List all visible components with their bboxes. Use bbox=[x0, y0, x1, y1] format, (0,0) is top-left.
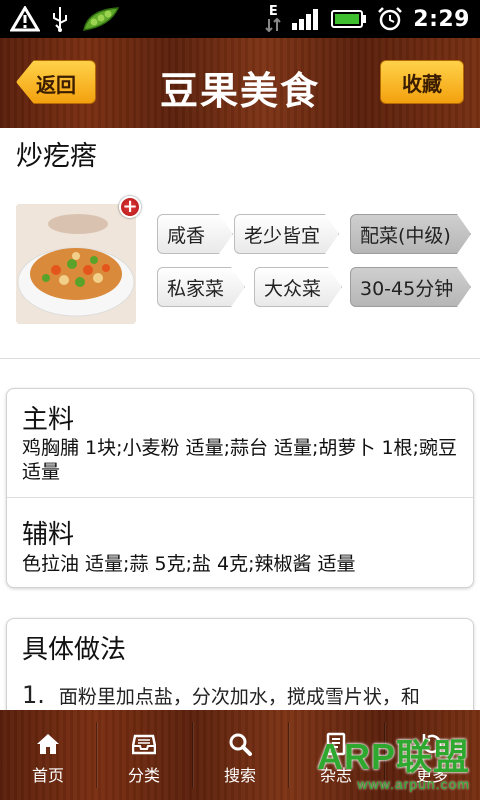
tag-category[interactable]: 大众菜 bbox=[254, 267, 342, 307]
search-icon bbox=[229, 733, 252, 756]
panel-separator bbox=[7, 497, 473, 498]
network-type-label: E bbox=[268, 4, 278, 19]
watermark: ARP联盟 www.arpun.com bbox=[317, 728, 470, 792]
dish-name: 炒疙瘩 bbox=[16, 141, 97, 172]
warning-icon bbox=[10, 4, 40, 34]
pea-app-icon bbox=[80, 4, 122, 34]
tag-difficulty[interactable]: 配菜(中级) bbox=[350, 214, 471, 254]
back-button-label: 返回 bbox=[36, 73, 76, 97]
tray-icon bbox=[132, 734, 156, 755]
nav-item-search[interactable]: 搜索 bbox=[192, 710, 288, 800]
app-header: 返回 豆果美食 收藏 bbox=[0, 38, 480, 128]
ingredients-panel: 主料 鸡胸脯 1块;小麦粉 适量;蒜台 适量;胡萝卜 1根;豌豆 适量 辅料 色… bbox=[6, 388, 474, 588]
recipe-content[interactable]: 炒疙瘩 + 咸香 老少皆宜 配菜(中级) 私家菜 大众菜 30-45分钟 主料 … bbox=[0, 128, 480, 710]
battery-icon bbox=[331, 4, 367, 34]
clock-time: 2:29 bbox=[413, 6, 470, 32]
nav-item-category[interactable]: 分类 bbox=[96, 710, 192, 800]
alarm-icon bbox=[377, 4, 403, 34]
add-to-list-button[interactable]: + bbox=[119, 196, 141, 218]
usb-icon bbox=[50, 4, 70, 34]
nav-label-home: 首页 bbox=[31, 766, 64, 785]
favorite-button[interactable]: 收藏 bbox=[380, 60, 464, 104]
method-title: 具体做法 bbox=[22, 635, 127, 665]
dish-photo[interactable] bbox=[16, 204, 136, 324]
nav-label-category: 分类 bbox=[127, 766, 160, 785]
tag-cuisine[interactable]: 私家菜 bbox=[157, 267, 245, 307]
home-icon bbox=[37, 734, 59, 754]
step-text: 面粉里加点盐，分次加水，搅成雪片状，和 bbox=[58, 686, 420, 708]
tag-audience[interactable]: 老少皆宜 bbox=[234, 214, 339, 254]
step-number: 1. bbox=[22, 681, 45, 709]
aux-ingredients-title: 辅料 bbox=[22, 520, 75, 550]
method-step: 1. 面粉里加点盐，分次加水，搅成雪片状，和 bbox=[22, 681, 480, 709]
tag-taste[interactable]: 咸香 bbox=[157, 214, 233, 254]
main-ingredients-title: 主料 bbox=[22, 405, 75, 435]
data-arrows-icon: E bbox=[265, 4, 281, 34]
signal-icon bbox=[291, 4, 321, 34]
watermark-main: ARP联盟 bbox=[316, 736, 470, 777]
status-bar: E 2:29 bbox=[0, 0, 480, 38]
main-ingredients-text: 鸡胸脯 1块;小麦粉 适量;蒜台 适量;胡萝卜 1根;豌豆 适量 bbox=[22, 437, 457, 483]
method-panel: 具体做法 1. 面粉里加点盐，分次加水，搅成雪片状，和 bbox=[6, 618, 474, 710]
back-button[interactable]: 返回 bbox=[16, 60, 96, 104]
tag-cook-time[interactable]: 30-45分钟 bbox=[350, 267, 471, 307]
nav-label-search: 搜索 bbox=[223, 766, 256, 785]
nav-item-home[interactable]: 首页 bbox=[0, 710, 96, 800]
aux-ingredients-text: 色拉油 适量;蒜 5克;盐 4克;辣椒酱 适量 bbox=[22, 553, 356, 575]
section-divider bbox=[0, 358, 480, 359]
